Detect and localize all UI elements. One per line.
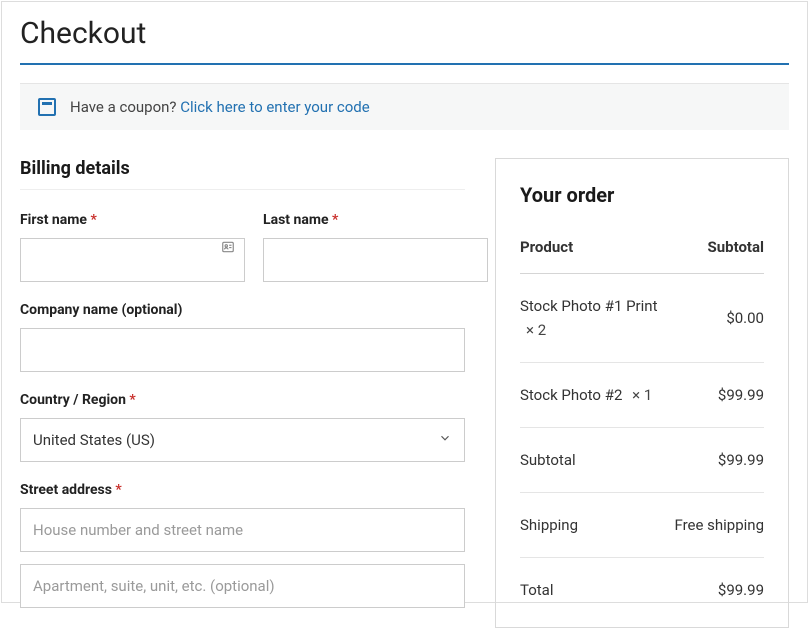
company-input[interactable] [20, 328, 465, 372]
chevron-down-icon [438, 431, 452, 449]
order-item-name: Stock Photo #2 [520, 386, 622, 404]
first-name-label: First name * [20, 212, 245, 228]
order-item-price: $0.00 [726, 309, 764, 327]
last-name-label: Last name * [263, 212, 488, 228]
page-title: Checkout [20, 2, 789, 65]
coupon-banner: Have a coupon? Click here to enter your … [20, 83, 789, 130]
country-label: Country / Region * [20, 392, 465, 408]
coupon-link[interactable]: Click here to enter your code [180, 98, 369, 116]
street-line2-input[interactable] [20, 564, 465, 608]
required-mark: * [115, 482, 121, 498]
order-total-row: Total $99.99 [520, 558, 764, 622]
order-total-label: Total [520, 578, 554, 602]
first-name-field: First name * [20, 212, 245, 282]
order-subtotal-value: $99.99 [718, 451, 764, 469]
order-item-name: Stock Photo #1 Print [520, 297, 657, 315]
country-selected-value: United States (US) [33, 431, 155, 449]
company-field: Company name (optional) [20, 302, 465, 372]
order-shipping-value: Free shipping [674, 516, 764, 534]
last-name-input[interactable] [263, 238, 488, 282]
order-subtotal-row: Subtotal $99.99 [520, 428, 764, 493]
street-line2-field [20, 564, 465, 608]
order-item-row: Stock Photo #1 Print × 2 $0.00 [520, 274, 764, 363]
order-summary: Your order Product Subtotal Stock Photo … [495, 158, 789, 628]
order-heading: Your order [520, 183, 764, 207]
order-item-price: $99.99 [718, 386, 764, 404]
order-head-subtotal: Subtotal [708, 238, 765, 256]
billing-section: Billing details First name * Last name * [20, 158, 465, 628]
street-line1-input[interactable] [20, 508, 465, 552]
billing-heading: Billing details [20, 158, 465, 190]
country-select[interactable]: United States (US) [20, 418, 465, 462]
order-item-row: Stock Photo #2 × 1 $99.99 [520, 363, 764, 428]
last-name-field: Last name * [263, 212, 488, 282]
order-head-product: Product [520, 235, 573, 259]
street-label: Street address * [20, 482, 465, 498]
order-shipping-label: Shipping [520, 513, 578, 537]
order-item-qty: × 2 [520, 321, 546, 339]
order-subtotal-label: Subtotal [520, 448, 576, 472]
coupon-prompt: Have a coupon? [70, 98, 177, 116]
contact-card-icon [221, 240, 235, 254]
country-field: Country / Region * United States (US) [20, 392, 465, 462]
required-mark: * [90, 212, 96, 228]
street-field: Street address * [20, 482, 465, 552]
first-name-input[interactable] [20, 238, 245, 282]
company-label: Company name (optional) [20, 302, 465, 318]
order-total-value: $99.99 [718, 581, 764, 599]
order-shipping-row: Shipping Free shipping [520, 493, 764, 558]
coupon-icon [38, 98, 56, 116]
required-mark: * [332, 212, 338, 228]
required-mark: * [129, 392, 135, 408]
order-item-qty: × 1 [626, 386, 652, 404]
